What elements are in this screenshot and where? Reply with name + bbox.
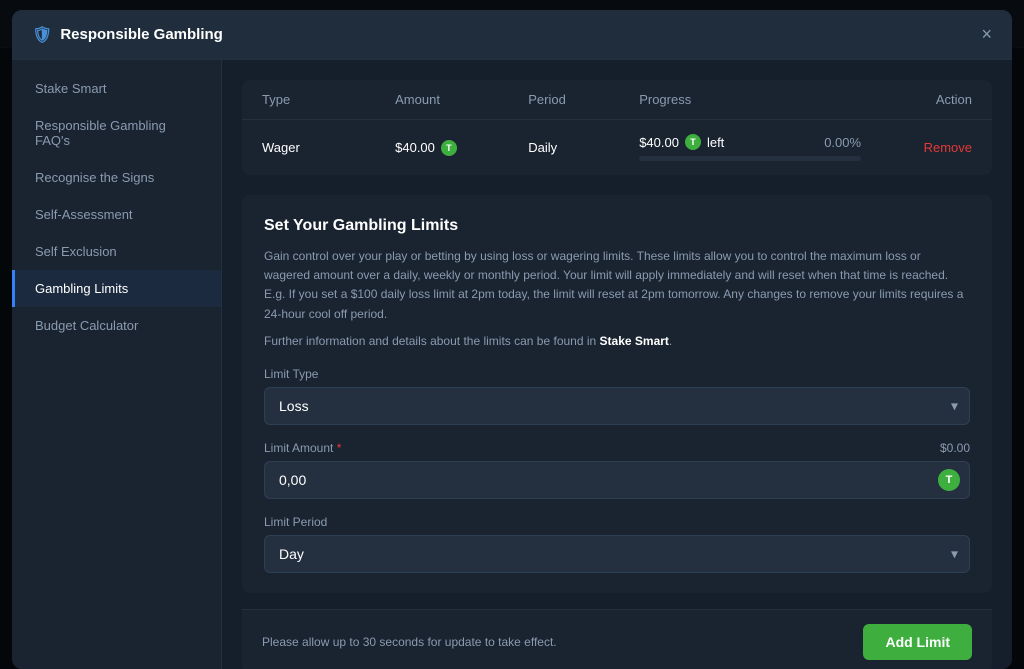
table-row: Wager $40.00 T Daily $40.00 T xyxy=(242,120,992,175)
shield-icon: 🛡 xyxy=(32,25,52,45)
col-action: Action xyxy=(861,92,972,107)
sidebar-item-gambling-limits[interactable]: Gambling Limits xyxy=(12,270,221,307)
col-period: Period xyxy=(528,92,639,107)
modal-header: 🛡 Responsible Gambling × xyxy=(12,10,1012,60)
col-amount: Amount xyxy=(395,92,528,107)
modal-body: Stake Smart Responsible Gambling FAQ's R… xyxy=(12,60,1012,669)
modal-overlay: 🛡 Responsible Gambling × Stake Smart Res… xyxy=(0,0,1024,669)
remove-button[interactable]: Remove xyxy=(924,140,972,155)
limit-period-select[interactable]: Day Week Month xyxy=(264,535,970,573)
limits-table: Type Amount Period Progress Action Wager… xyxy=(242,80,992,175)
progress-percent: 0.00% xyxy=(824,135,861,150)
limit-amount-input-wrapper: T xyxy=(264,461,970,499)
set-limits-title: Set Your Gambling Limits xyxy=(264,217,970,235)
progress-coin-icon: T xyxy=(685,134,701,150)
limit-type-label: Limit Type xyxy=(264,367,970,381)
limit-type-select[interactable]: Loss Wager xyxy=(264,387,970,425)
modal-title-text: Responsible Gambling xyxy=(60,26,223,43)
limit-amount-input[interactable] xyxy=(264,461,970,499)
stake-smart-link[interactable]: Stake Smart xyxy=(600,334,669,348)
sidebar: Stake Smart Responsible Gambling FAQ's R… xyxy=(12,60,222,669)
limit-amount-display: $0.00 xyxy=(940,441,970,455)
amount-coin-icon: T xyxy=(441,140,457,156)
table-header: Type Amount Period Progress Action xyxy=(242,80,992,120)
main-content: Type Amount Period Progress Action Wager… xyxy=(222,60,1012,669)
progress-bar-bg xyxy=(639,156,861,161)
sidebar-item-stake-smart[interactable]: Stake Smart xyxy=(12,70,221,107)
close-button[interactable]: × xyxy=(981,24,992,45)
limit-period-group: Limit Period Day Week Month ▾ xyxy=(264,515,970,573)
col-progress: Progress xyxy=(639,92,861,107)
sidebar-item-recognise[interactable]: Recognise the Signs xyxy=(12,159,221,196)
progress-amount: $40.00 xyxy=(639,135,679,150)
add-limit-button[interactable]: Add Limit xyxy=(863,624,972,660)
sidebar-item-budget-calculator[interactable]: Budget Calculator xyxy=(12,307,221,344)
set-limits-section: Set Your Gambling Limits Gain control ov… xyxy=(242,195,992,593)
limit-period-select-wrapper: Day Week Month ▾ xyxy=(264,535,970,573)
input-coin-icon: T xyxy=(938,469,960,491)
limit-amount-label: Limit Amount * $0.00 xyxy=(264,441,970,455)
row-amount: $40.00 T xyxy=(395,140,528,156)
row-type: Wager xyxy=(262,140,395,155)
row-progress: $40.00 T left 0.00% xyxy=(639,134,861,161)
modal-title: 🛡 Responsible Gambling xyxy=(32,25,223,45)
row-period: Daily xyxy=(528,140,639,155)
limit-type-select-wrapper: Loss Wager ▾ xyxy=(264,387,970,425)
sidebar-item-self-exclusion[interactable]: Self Exclusion xyxy=(12,233,221,270)
modal-footer: Please allow up to 30 seconds for update… xyxy=(242,609,992,669)
limit-amount-group: Limit Amount * $0.00 T xyxy=(264,441,970,499)
limit-type-group: Limit Type Loss Wager ▾ xyxy=(264,367,970,425)
responsible-gambling-modal: 🛡 Responsible Gambling × Stake Smart Res… xyxy=(12,10,1012,669)
required-marker: * xyxy=(337,441,342,455)
sidebar-item-self-assessment[interactable]: Self-Assessment xyxy=(12,196,221,233)
limit-period-label: Limit Period xyxy=(264,515,970,529)
col-type: Type xyxy=(262,92,395,107)
footer-note: Please allow up to 30 seconds for update… xyxy=(262,635,557,649)
set-limits-further-info: Further information and details about th… xyxy=(264,332,970,351)
progress-left-label: left xyxy=(707,135,724,150)
set-limits-description: Gain control over your play or betting b… xyxy=(264,247,970,324)
sidebar-item-faq[interactable]: Responsible Gambling FAQ's xyxy=(12,107,221,159)
